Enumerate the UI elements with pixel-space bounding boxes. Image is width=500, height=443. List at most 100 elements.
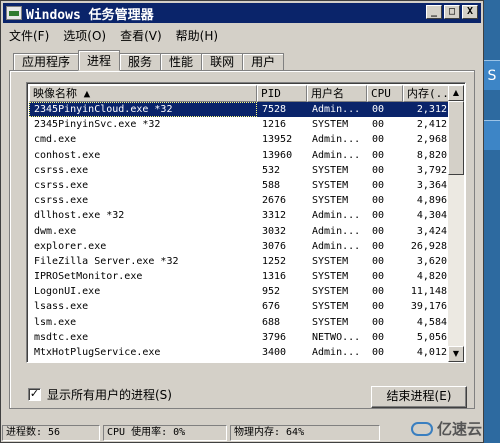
process-row[interactable]: FileZilla Server.exe *32 1252 SYSTEM 00 3,62… <box>29 254 449 269</box>
process-user: Admin... <box>312 225 361 237</box>
process-cpu: 00 <box>372 134 385 146</box>
process-row[interactable]: dllhost.exe *32 3312 Admin... 00 4,304 <box>29 208 449 223</box>
tab-services[interactable]: 服务 <box>119 53 162 71</box>
process-pid: 3796 <box>262 331 287 343</box>
process-user: SYSTEM <box>312 316 349 328</box>
task-manager-icon <box>6 6 22 20</box>
process-memory: 2,412 <box>416 119 447 131</box>
process-pid: 532 <box>262 164 281 176</box>
menu-view[interactable]: 查看(V) <box>114 27 170 44</box>
process-row[interactable]: 2345PinyinCloud.exe *32 7528 Admin... 00 2,3… <box>29 102 449 118</box>
process-user: SYSTEM <box>312 179 349 191</box>
process-row[interactable]: LogonUI.exe 952 SYSTEM 00 11,148 <box>29 284 449 299</box>
process-name: 2345PinyinCloud.exe *32 <box>29 102 257 118</box>
process-user: SYSTEM <box>312 271 349 283</box>
show-all-users-checkbox[interactable]: ✓ <box>28 388 41 401</box>
process-name: msdtc.exe <box>34 331 89 343</box>
process-pid: 1252 <box>262 255 287 267</box>
process-row[interactable]: csrss.exe 588 SYSTEM 00 3,364 <box>29 178 449 193</box>
column-image-name[interactable]: 映像名称 ▲ <box>29 85 257 102</box>
status-physical-memory: 物理内存: 64% <box>230 425 380 441</box>
process-memory: 3,424 <box>416 225 447 237</box>
desktop-icon[interactable] <box>484 120 500 150</box>
close-button[interactable]: X <box>462 5 478 19</box>
process-name: lsm.exe <box>34 316 77 328</box>
process-cpu: 00 <box>372 149 385 161</box>
process-user: Admin... <box>312 149 361 161</box>
process-pid: 13952 <box>262 134 293 146</box>
menu-help[interactable]: 帮助(H) <box>170 27 226 44</box>
process-user: NETWO... <box>312 331 361 343</box>
column-memory[interactable]: 内存(... <box>403 85 449 102</box>
maximize-button[interactable]: □ <box>444 5 460 19</box>
watermark-text: 亿速云 <box>436 420 482 438</box>
tab-users[interactable]: 用户 <box>242 53 285 71</box>
process-row[interactable]: MtxHotPlugService.exe 3400 Admin... 00 4,012 <box>29 345 449 360</box>
status-cpu-usage: CPU 使用率: 0% <box>103 425 227 441</box>
process-list[interactable]: 映像名称 ▲ PID 用户名 CPU 内存(... 2345PinyinClou… <box>26 82 466 363</box>
minimize-button[interactable]: _ <box>426 5 442 19</box>
process-user: SYSTEM <box>312 286 349 298</box>
scroll-up-arrow-icon[interactable]: ▲ <box>448 85 464 101</box>
vertical-scrollbar[interactable]: ▲ ▼ <box>448 85 464 362</box>
process-memory: 4,896 <box>416 195 447 207</box>
process-pid: 1216 <box>262 119 287 131</box>
process-row[interactable]: dwm.exe 3032 Admin... 00 3,424 <box>29 224 449 239</box>
process-row[interactable]: lsm.exe 688 SYSTEM 00 4,584 <box>29 315 449 330</box>
watermark: 亿速云 <box>410 418 482 439</box>
tab-applications[interactable]: 应用程序 <box>13 53 80 71</box>
process-name: 2345PinyinSvc.exe *32 <box>34 119 161 131</box>
desktop-icon[interactable]: S <box>484 60 500 90</box>
process-row[interactable]: IPROSetMonitor.exe 1316 SYSTEM 00 4,820 <box>29 269 449 284</box>
process-name: conhost.exe <box>34 149 101 161</box>
process-pid: 13960 <box>262 149 293 161</box>
process-cpu: 00 <box>372 119 385 131</box>
process-name: csrss.exe <box>34 179 89 191</box>
process-row[interactable]: explorer.exe 3076 Admin... 00 26,928 <box>29 239 449 254</box>
column-pid[interactable]: PID <box>257 85 307 102</box>
process-user: SYSTEM <box>312 119 349 131</box>
end-process-button[interactable]: 结束进程(E) <box>371 386 467 408</box>
show-all-users-option[interactable]: ✓ 显示所有用户的进程(S) <box>28 386 172 403</box>
process-row[interactable]: csrss.exe 2676 SYSTEM 00 4,896 <box>29 193 449 208</box>
tab-processes[interactable]: 进程 <box>78 50 121 71</box>
process-cpu: 00 <box>372 347 385 358</box>
menu-options[interactable]: 选项(O) <box>57 27 114 44</box>
process-cpu: 00 <box>372 195 385 207</box>
title-bar[interactable]: Windows 任务管理器 _ □ X <box>3 3 481 23</box>
process-name: dwm.exe <box>34 225 77 237</box>
menu-file[interactable]: 文件(F) <box>3 27 57 44</box>
status-process-count: 进程数: 56 <box>2 425 100 441</box>
process-row[interactable]: lsass.exe 676 SYSTEM 00 39,176 <box>29 299 449 314</box>
process-user: Admin... <box>312 240 361 252</box>
process-cpu: 00 <box>372 179 385 191</box>
process-row[interactable]: csrss.exe 532 SYSTEM 00 3,792 <box>29 163 449 178</box>
process-pid: 688 <box>262 316 281 328</box>
list-header: 映像名称 ▲ PID 用户名 CPU 内存(... <box>29 85 449 102</box>
scroll-down-arrow-icon[interactable]: ▼ <box>448 346 464 362</box>
process-row[interactable]: 2345PinyinSvc.exe *32 1216 SYSTEM 00 2,412 <box>29 117 449 132</box>
column-cpu[interactable]: CPU <box>367 85 403 102</box>
process-memory: 8,820 <box>416 149 447 161</box>
process-row[interactable]: msdtc.exe 3796 NETWO... 00 5,056 <box>29 330 449 345</box>
process-memory: 11,148 <box>410 286 447 298</box>
list-body: 2345PinyinCloud.exe *32 7528 Admin... 00 2,3… <box>29 102 449 360</box>
process-pid: 3312 <box>262 210 287 222</box>
cloud-logo-icon <box>410 421 433 436</box>
column-user-name[interactable]: 用户名 <box>307 85 367 102</box>
process-pid: 952 <box>262 286 281 298</box>
scroll-thumb[interactable] <box>448 101 464 175</box>
process-pid: 3076 <box>262 240 287 252</box>
process-row[interactable]: conhost.exe 13960 Admin... 00 8,820 <box>29 148 449 163</box>
process-name: LogonUI.exe <box>34 286 101 298</box>
process-pid: 676 <box>262 301 281 313</box>
process-pid: 7528 <box>262 104 287 115</box>
tab-performance[interactable]: 性能 <box>160 53 203 71</box>
process-row[interactable]: cmd.exe 13952 Admin... 00 2,968 <box>29 132 449 147</box>
process-name: MtxHotPlugService.exe <box>34 347 161 358</box>
process-memory: 39,176 <box>410 301 447 313</box>
tab-networking[interactable]: 联网 <box>201 53 244 71</box>
process-name: IPROSetMonitor.exe <box>34 271 143 283</box>
process-memory: 3,620 <box>416 255 447 267</box>
process-cpu: 00 <box>372 225 385 237</box>
